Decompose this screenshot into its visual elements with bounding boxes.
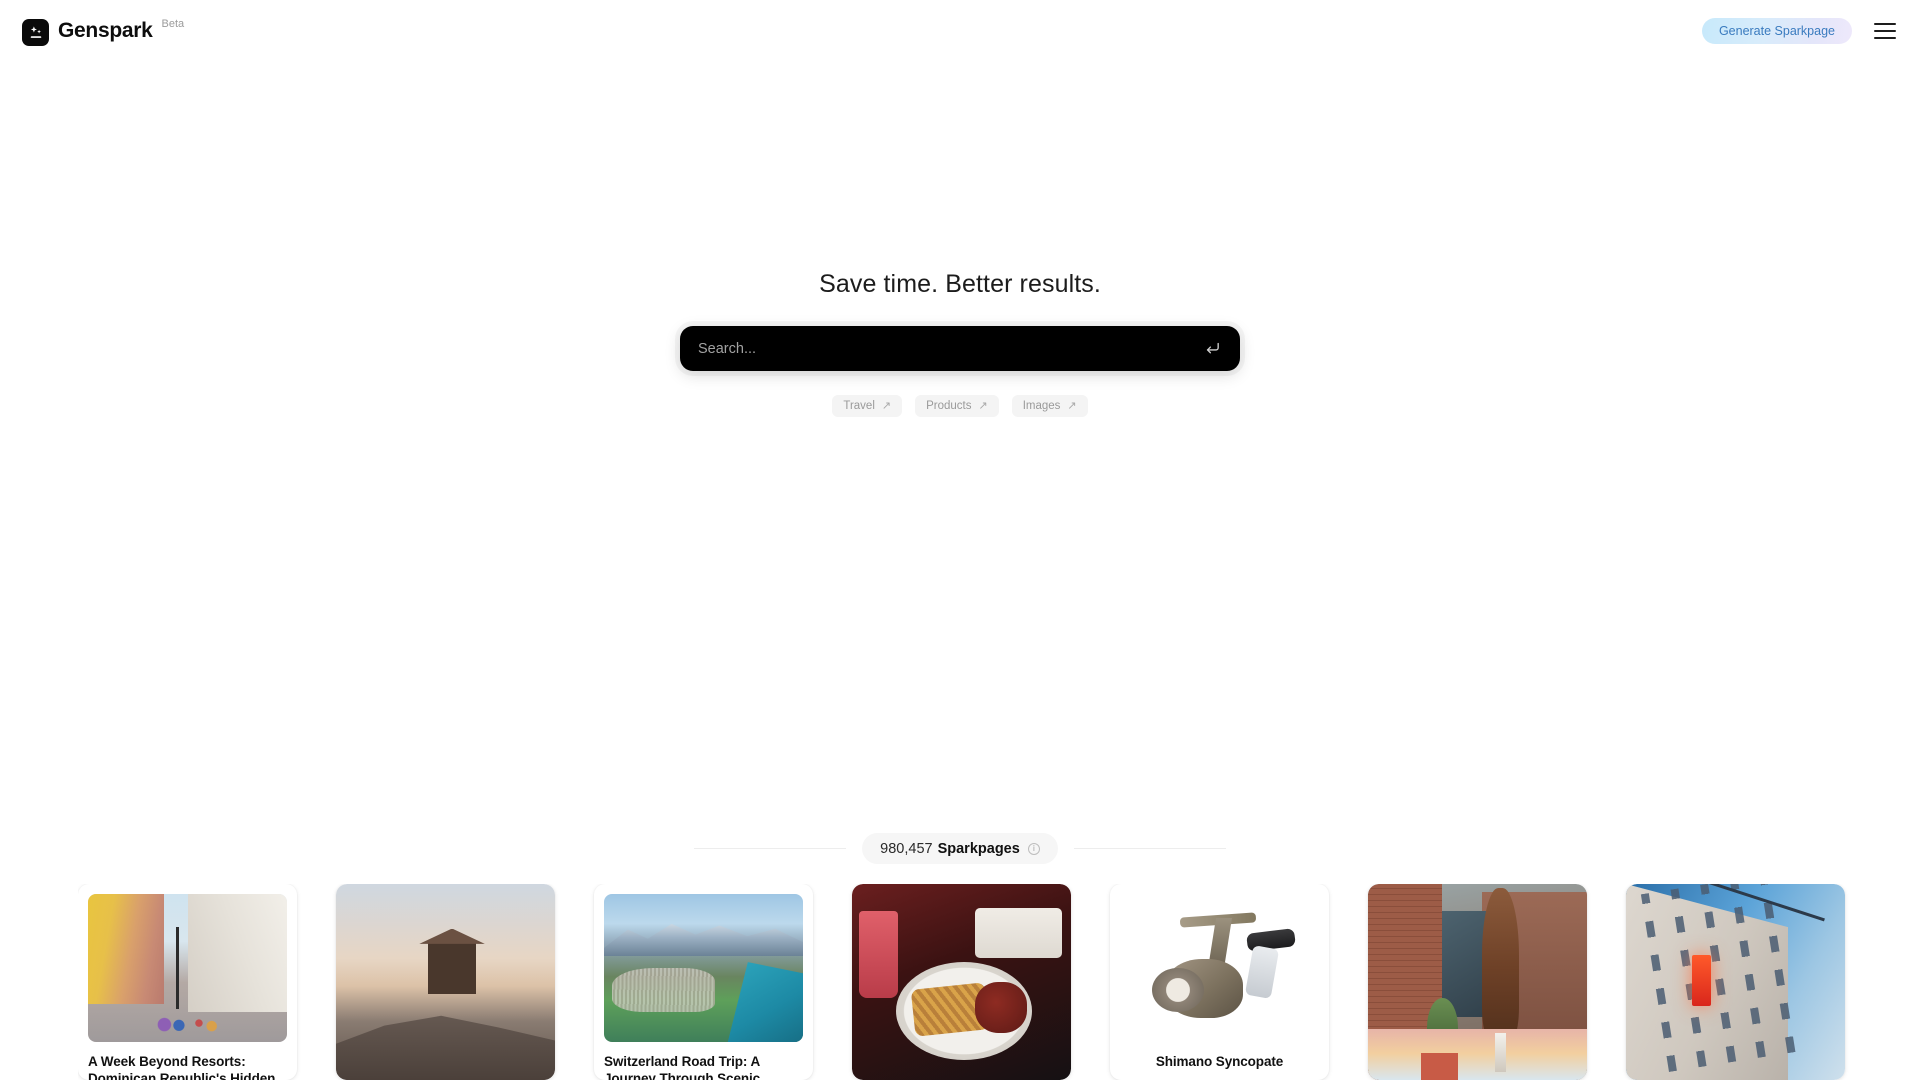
card-title: A Week Beyond Resorts: Dominican Republi… [88,1054,276,1080]
card-thumbnail-colonial-street-image [88,894,287,1042]
chip-travel[interactable]: Travel ↗ [832,395,903,417]
app-header: Genspark Beta Generate Sparkpage [0,0,1920,62]
chip-products[interactable]: Products ↗ [915,395,999,417]
chip-images[interactable]: Images ↗ [1011,395,1088,417]
sparkpage-card[interactable] [852,884,1071,1080]
sparkpages-count: 980,457 [880,840,933,857]
hero-section: Save time. Better results. Travel ↗ Prod… [0,270,1920,417]
divider-left [694,848,847,849]
chip-label: Products [926,400,972,412]
hamburger-menu-icon[interactable] [1874,23,1896,39]
sparkpage-card[interactable]: A Week Beyond Resorts: Dominican Republi… [78,884,297,1080]
sparkpage-card[interactable] [1368,884,1587,1080]
generate-sparkpage-button[interactable]: Generate Sparkpage [1701,18,1852,44]
page-title: Save time. Better results. [819,270,1101,298]
header-actions: Generate Sparkpage [1701,18,1898,44]
card-thumbnail-food-plate-image [852,884,1071,1080]
sparkpage-card[interactable] [1626,884,1845,1080]
search-box[interactable] [680,326,1240,371]
sparkpages-counter-row: 980,457 Sparkpages i [0,833,1920,864]
card-thumbnail-watchtower-image [336,884,555,1080]
card-thumbnail-hotel-facade-image [1626,884,1845,1080]
divider-right [1073,848,1226,849]
chip-label: Travel [843,400,875,412]
brand-block[interactable]: Genspark Beta [22,16,184,46]
search-wrapper [680,326,1240,371]
card-thumbnail-bear-sculpture-image [1368,884,1587,1080]
card-title: Shimano Syncopate [1155,1054,1284,1069]
enter-return-icon[interactable] [1202,339,1222,359]
chip-label: Images [1022,400,1061,412]
sparkle-logo-icon [22,19,49,46]
brand-name: Genspark [58,19,153,42]
sparkpage-card[interactable] [336,884,555,1080]
sparkpages-label: Sparkpages [937,840,1020,857]
sparkpage-card[interactable]: Switzerland Road Trip: A Journey Through… [594,884,813,1080]
sparkpage-card-strip[interactable]: A Week Beyond Resorts: Dominican Republi… [78,884,1920,1080]
search-input[interactable] [698,340,1202,357]
card-title: Switzerland Road Trip: A Journey Through… [604,1054,761,1080]
card-thumbnail-fishing-reel-image [1120,894,1319,1042]
sparkpages-counter-badge[interactable]: 980,457 Sparkpages i [862,833,1058,864]
sparkpage-card[interactable]: Shimano Syncopate [1110,884,1329,1080]
arrow-up-right-icon: ↗ [978,399,988,412]
card-thumbnail-swiss-alps-image [604,894,803,1042]
info-icon[interactable]: i [1027,842,1040,855]
suggestion-chips: Travel ↗ Products ↗ Images ↗ [832,395,1088,417]
arrow-up-right-icon: ↗ [881,399,892,412]
beta-badge: Beta [161,18,185,30]
arrow-up-right-icon: ↗ [1067,399,1077,412]
